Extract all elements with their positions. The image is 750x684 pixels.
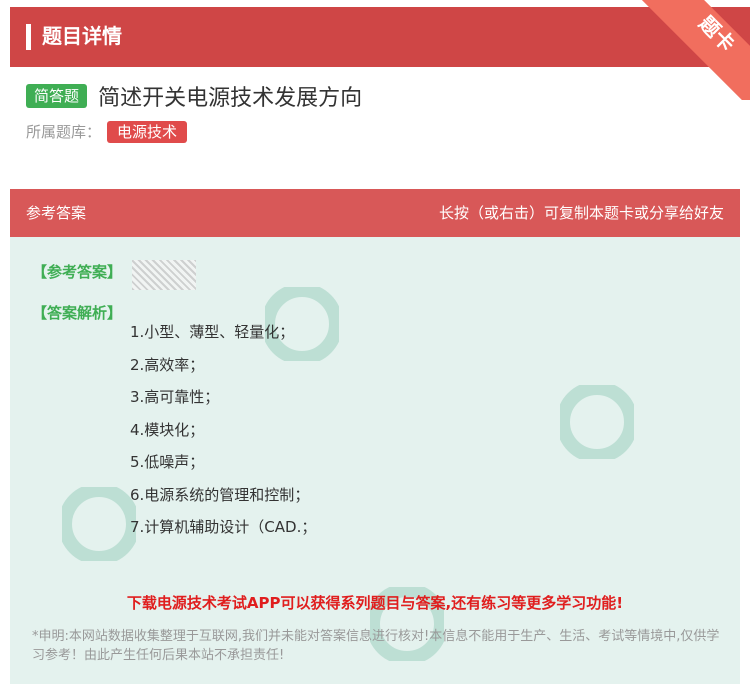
list-item: 6.电源系统的管理和控制； xyxy=(130,485,310,504)
library-badge[interactable]: 电源技术 xyxy=(107,121,188,143)
blurred-answer-image xyxy=(132,260,196,290)
library-label: 所属题库： xyxy=(26,123,102,141)
list-item: 5.低噪声； xyxy=(130,453,205,471)
list-item: 2.高效率； xyxy=(130,355,205,374)
copy-share-hint: 长按（或右击）可复制本题卡或分享给好友 xyxy=(438,204,724,222)
ribbon-corner: 题卡 xyxy=(640,0,750,100)
list-item: 4.模块化； xyxy=(130,420,205,439)
answer-list: 1.小型、薄型、轻量化； 2.高效率； 3.高可靠性； 4.模块化； 5.低噪声… xyxy=(130,316,316,544)
header-title: 题目详情 xyxy=(42,24,122,48)
header-accent-bar xyxy=(26,24,31,50)
analysis-tag: 【答案解析】 xyxy=(32,304,123,322)
answer-body: 【参考答案】 【答案解析】 1.小型、薄型、轻量化； 2.高效率； 3.高可靠性… xyxy=(10,237,740,684)
answer-header-label: 参考答案 xyxy=(26,204,87,222)
disclaimer-text: *申明:本网站数据收集整理于互联网,我们并未能对答案信息进行核对!本信息不能用于… xyxy=(32,629,720,663)
question-type-badge: 简答题 xyxy=(26,84,88,108)
question-title: 简述开关电源技术发展方向 xyxy=(98,86,363,111)
question-row: 简答题 简述开关电源技术发展方向 xyxy=(26,80,363,111)
answer-header: 参考答案 长按（或右击）可复制本题卡或分享给好友 xyxy=(10,189,740,237)
list-item: 3.高可靠性； xyxy=(130,388,220,406)
reference-answer-tag: 【参考答案】 xyxy=(32,263,123,281)
library-row: 所属题库： 电源技术 xyxy=(26,121,188,143)
app-download-promo[interactable]: 下载电源技术考试APP可以获得系列题目与答案,还有练习等更多学习功能! xyxy=(10,592,740,613)
list-item: 7.计算机辅助设计（CAD.； xyxy=(130,518,317,536)
watermark-logo-icon xyxy=(560,385,634,459)
list-item: 1.小型、薄型、轻量化； xyxy=(130,323,295,341)
watermark-logo-icon xyxy=(62,487,136,561)
page-header: 题目详情 xyxy=(10,7,750,67)
